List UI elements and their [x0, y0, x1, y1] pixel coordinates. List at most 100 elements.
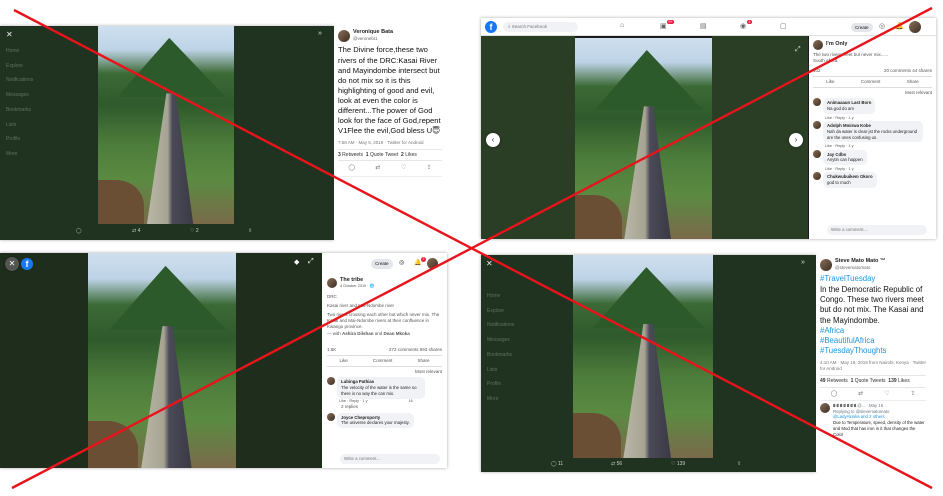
reply-name[interactable]: ಠ ಠ ಠ ಠ ಠ ಠ ಠ [833, 403, 856, 408]
retweet-icon[interactable]: ⇄ 4 [132, 228, 140, 234]
profile-avatar[interactable] [909, 21, 921, 33]
reply-avatar[interactable] [820, 402, 830, 413]
like-icon[interactable]: ♡ [884, 390, 889, 398]
tweet-stats: 49 Retweets 1 Quote Tweets 139 Likes [820, 374, 926, 388]
messenger-icon[interactable]: ◎ [399, 259, 404, 267]
comment-share-count[interactable]: 20 comments 44 shares [884, 68, 932, 74]
retweet-icon[interactable]: ⇄ [375, 164, 380, 172]
hashtag-africa[interactable]: #Africa [820, 326, 926, 336]
share-button[interactable]: Share [417, 358, 429, 364]
stat-likes[interactable]: 139 [888, 378, 896, 384]
page-avatar[interactable] [327, 278, 337, 289]
commenter-avatar[interactable] [813, 149, 821, 158]
expand-icon[interactable]: » [801, 259, 805, 266]
river-photo[interactable] [88, 253, 236, 468]
user-handle[interactable]: @veronebt1 [353, 36, 393, 42]
post-line1: DRC [327, 293, 337, 299]
facebook-logo-icon[interactable]: f [21, 258, 33, 270]
comment-item: Chukwubuikem Okoro god to much [813, 172, 932, 188]
commenter-avatar[interactable] [813, 121, 821, 130]
share-button[interactable]: Share [907, 79, 919, 85]
previous-photo-button[interactable]: ‹ [486, 133, 500, 147]
watch-icon[interactable]: ▣ [660, 22, 667, 30]
tagged-user-1[interactable]: Ashira Dilshan [342, 331, 374, 336]
search-input[interactable]: ⌕ Search Facebook [503, 22, 578, 32]
post-date[interactable]: 4 October 2019 · 🌐 [340, 284, 374, 289]
river-photo[interactable] [575, 38, 712, 239]
tweet-sidebar-veronique: Veronique Bata @veronebt1 The Divine for… [334, 26, 446, 240]
fullscreen-icon[interactable]: ⤢ [308, 258, 314, 266]
poster-name[interactable]: I'm Only [826, 41, 847, 48]
hashtag-beautiful-africa[interactable]: #BeautifulAfrica [820, 336, 926, 346]
sort-dropdown[interactable]: Most relevant [327, 369, 442, 375]
tagged-user-2[interactable]: Dean Mkoka [384, 331, 410, 336]
tag-icon[interactable]: ◆ [294, 258, 299, 266]
share-icon[interactable]: ⇪ [427, 164, 432, 172]
reply-icon[interactable]: ◯ 11 [551, 461, 563, 467]
comment-like-count: 16 [408, 398, 413, 403]
fullscreen-icon[interactable]: ⤢ [795, 46, 801, 54]
reply-icon[interactable]: ◯ [76, 228, 82, 234]
messenger-icon[interactable]: ◎ [879, 22, 885, 30]
commenter-avatar[interactable] [813, 172, 821, 181]
side-menu-faded: Home Explore Notifications Messages Bookmark… [487, 293, 515, 402]
retweet-icon[interactable]: ⇄ 56 [611, 461, 622, 467]
hashtag-tuesday-thoughts[interactable]: #TuesdayThoughts [820, 346, 926, 356]
panel-twitter-veronique: ✕ Home Explore Notifications Messages Bookma… [0, 26, 334, 240]
reaction-count[interactable]: 1.6K [327, 347, 336, 353]
home-icon[interactable]: ⌂ [620, 22, 624, 29]
gaming-icon[interactable]: ▢ [780, 22, 787, 30]
like-button[interactable]: Like [826, 79, 834, 85]
user-name[interactable]: Steve Mato Mato ™ [835, 258, 885, 265]
share-icon[interactable]: ⇪ [737, 461, 741, 467]
share-icon[interactable]: ⇪ [910, 390, 915, 398]
commenter-avatar[interactable] [813, 98, 821, 107]
commenter-avatar[interactable] [327, 412, 335, 421]
avatar[interactable] [820, 258, 832, 271]
comment-button[interactable]: Comment [373, 358, 393, 364]
user-handle[interactable]: @stevematomato [835, 265, 885, 271]
like-icon[interactable]: ♡ [401, 164, 406, 172]
stat-quote[interactable]: 1 [851, 378, 854, 384]
commenter-avatar[interactable] [327, 377, 335, 386]
comment-item: Lubinga Pathias The velocity of the water… [327, 377, 442, 399]
stat-quote[interactable]: 1 [366, 152, 369, 158]
reply-icon[interactable]: ◯ [830, 390, 837, 398]
create-button[interactable]: Create [371, 259, 393, 270]
like-button[interactable]: Like [340, 358, 348, 364]
reply-icon[interactable]: ◯ [348, 164, 355, 172]
stat-likes[interactable]: 2 [401, 152, 404, 158]
comment-button[interactable]: Comment [861, 79, 881, 85]
create-button[interactable]: Create [851, 23, 873, 32]
view-replies-link[interactable]: 2 replies [341, 404, 442, 410]
comment-share-count[interactable]: 272 comments 593 shares [389, 347, 442, 353]
notifications-icon[interactable]: 🔔 [895, 22, 904, 30]
poster-avatar[interactable] [813, 40, 823, 50]
write-comment-input[interactable]: Write a comment... [340, 454, 440, 464]
retweet-icon[interactable]: ⇄ [858, 390, 863, 398]
tweet-stats: 3 Retweets 1 Quote Tweet 2 Likes [338, 148, 442, 162]
marketplace-icon[interactable]: ▤ [700, 22, 707, 30]
like-icon[interactable]: ♡ 2 [190, 228, 199, 234]
close-icon[interactable]: ✕ [6, 30, 13, 39]
close-icon[interactable]: ✕ [486, 259, 493, 268]
groups-icon[interactable]: ◉ [740, 22, 746, 30]
profile-avatar[interactable] [427, 258, 438, 269]
reaction-count[interactable]: 102 [813, 68, 821, 74]
reply-handle[interactable]: @... · May 16 [857, 403, 883, 408]
river-photo[interactable] [98, 26, 234, 224]
user-name[interactable]: Veronique Bata [353, 29, 393, 36]
river-photo[interactable] [573, 255, 713, 458]
sort-dropdown[interactable]: Most relevant [813, 90, 932, 96]
share-icon[interactable]: ⇪ [248, 228, 252, 234]
hashtag-travel-tuesday[interactable]: #TravelTuesday [820, 274, 926, 284]
facebook-logo-icon[interactable]: f [485, 21, 497, 33]
write-comment-input[interactable]: Write a comment... [827, 225, 927, 235]
close-button[interactable]: ✕ [5, 257, 19, 271]
next-photo-button[interactable]: › [789, 133, 803, 147]
stat-retweets[interactable]: 3 [338, 152, 341, 158]
expand-icon[interactable]: » [318, 30, 322, 37]
like-icon[interactable]: ♡ 139 [671, 461, 685, 467]
stat-retweets[interactable]: 49 [820, 378, 826, 384]
avatar[interactable] [338, 29, 350, 42]
